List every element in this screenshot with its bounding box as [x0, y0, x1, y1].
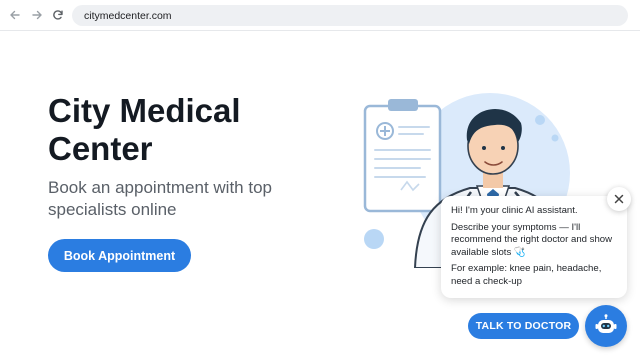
robot-icon[interactable] [585, 305, 627, 347]
page-title: City Medical Center [48, 92, 328, 168]
chat-example: For example: knee pain, headache, need a… [451, 263, 602, 287]
url-text: citymedcenter.com [84, 9, 172, 22]
reload-icon[interactable] [51, 8, 65, 22]
clipboard-icon [363, 99, 442, 213]
talk-to-doctor-button[interactable]: TALK TO DOCTOR [468, 313, 579, 339]
close-icon[interactable] [607, 187, 631, 211]
subtitle-line-2: specialists online [48, 200, 177, 219]
book-appointment-button[interactable]: Book Appointment [48, 239, 191, 272]
subtitle-line-1: Book an appointment with top [48, 178, 272, 197]
forward-arrow-icon[interactable] [30, 8, 44, 22]
hero-subtitle: Book an appointment with top specialists… [48, 177, 338, 221]
back-arrow-icon[interactable] [8, 8, 22, 22]
assistant-chat-bubble: Hi! I'm your clinic AI assistant. Descri… [441, 196, 627, 298]
browser-toolbar: citymedcenter.com [0, 0, 640, 31]
address-bar[interactable]: citymedcenter.com [72, 5, 628, 26]
chat-message: Describe your symptoms — I'll recommend … [451, 221, 613, 258]
title-line-1: City Medical [48, 92, 241, 129]
title-line-2: Center [48, 130, 153, 167]
chat-greeting: Hi! I'm your clinic AI assistant. [451, 205, 578, 216]
